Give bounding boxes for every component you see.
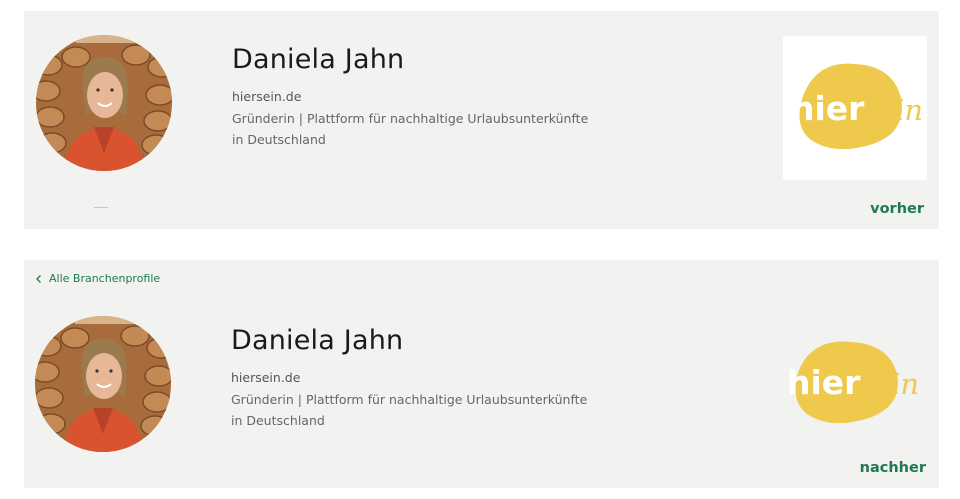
profile-avatar <box>36 35 172 171</box>
profile-description: Gründerin | Plattform für nachhaltige Ur… <box>232 111 589 147</box>
profile-card-before: Daniela Jahn hiersein.de Gründerin | Pla… <box>24 11 939 229</box>
profile-name: Daniela Jahn <box>231 325 404 356</box>
company-logo: hier sein <box>783 330 927 430</box>
logo-text-sein: sein <box>859 367 919 401</box>
profile-website: hiersein.de <box>231 370 301 385</box>
state-label: nachher <box>859 460 926 476</box>
profile-avatar <box>35 316 171 452</box>
profile-description: Gründerin | Plattform für nachhaltige Ur… <box>231 392 588 428</box>
profile-name: Daniela Jahn <box>232 44 405 75</box>
chevron-left-icon <box>34 274 44 284</box>
back-link-label: Alle Branchenprofile <box>49 272 161 285</box>
back-link[interactable]: Alle Branchenprofile <box>34 272 160 285</box>
profile-card-after: Alle Branchenprofile Daniela Jahn hierse… <box>24 260 939 488</box>
state-label: vorher <box>870 201 924 217</box>
logo-text-sein: sein <box>863 93 923 127</box>
company-logo: hier sein <box>783 36 927 180</box>
logo-text-hier: hier <box>791 89 865 128</box>
profile-website: hiersein.de <box>232 89 302 104</box>
logo-text-hier: hier <box>787 363 861 402</box>
divider <box>94 207 108 208</box>
